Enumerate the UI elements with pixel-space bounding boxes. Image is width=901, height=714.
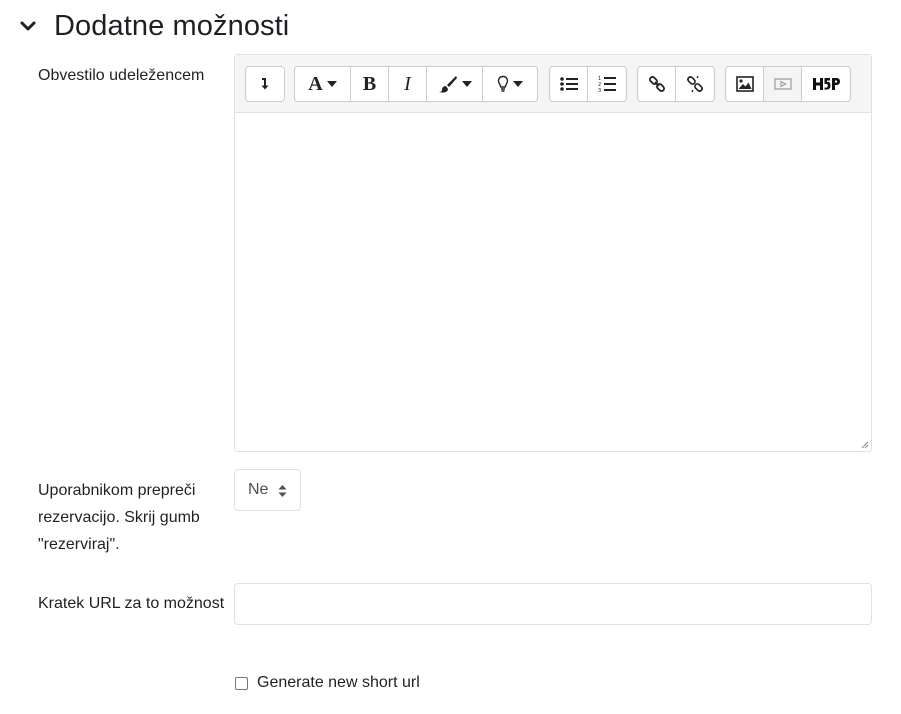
media-button[interactable]	[764, 67, 802, 101]
toggle-toolbar-button[interactable]	[246, 67, 284, 101]
prevent-booking-selected-value: Ne	[248, 481, 269, 498]
prevent-booking-label: Uporabnikom prepreči rezervacijo. Skrij …	[38, 482, 200, 553]
chevron-down-icon	[18, 16, 38, 36]
image-button[interactable]	[726, 67, 764, 101]
unlink-button[interactable]	[676, 67, 714, 101]
text-color-icon	[438, 76, 457, 93]
form-page: Dodatne možnosti Obvestilo udeležencem A	[0, 0, 901, 714]
caret-down-icon	[326, 81, 337, 87]
h5p-icon	[813, 78, 840, 90]
select-arrows-icon	[278, 485, 287, 497]
svg-text:3: 3	[598, 88, 601, 93]
unordered-list-icon	[559, 77, 578, 91]
toolbar-group-links	[637, 66, 715, 102]
text-color-button[interactable]	[427, 67, 483, 101]
toolbar-group-style: A B I	[294, 66, 538, 102]
toolbar-group-lists: 1 2 3	[549, 66, 627, 102]
resize-grip-icon[interactable]	[859, 439, 869, 449]
toggle-toolbar-icon	[261, 78, 269, 90]
editor-content-area[interactable]	[235, 113, 871, 451]
bold-icon: B	[362, 72, 377, 95]
ordered-list-icon: 1 2 3	[598, 76, 616, 93]
editor-label: Obvestilo udeležencem	[38, 67, 205, 84]
italic-icon: I	[404, 72, 411, 95]
font-style-button[interactable]: A	[295, 67, 351, 101]
link-button[interactable]	[638, 67, 676, 101]
link-icon	[648, 76, 665, 92]
prevent-booking-select[interactable]: Ne	[234, 469, 301, 511]
ordered-list-button[interactable]: 1 2 3	[588, 67, 626, 101]
lightbulb-button[interactable]	[483, 67, 537, 101]
unordered-list-button[interactable]	[550, 67, 588, 101]
generate-short-url-label: Generate new short url	[257, 674, 420, 691]
image-icon	[735, 76, 754, 92]
toolbar-group-collapse	[245, 66, 285, 102]
media-icon	[773, 78, 792, 90]
h5p-button[interactable]	[802, 67, 850, 101]
lightbulb-icon	[497, 75, 509, 92]
short-url-label: Kratek URL za to možnost	[38, 595, 225, 612]
toolbar-group-media	[725, 66, 851, 102]
generate-short-url-checkbox[interactable]	[235, 676, 248, 690]
section-title: Dodatne možnosti	[54, 9, 290, 42]
editor-toolbar: A B I 1 2 3	[235, 55, 871, 113]
unlink-icon	[687, 75, 703, 93]
section-header-additional-options[interactable]: Dodatne možnosti	[18, 6, 289, 46]
italic-button[interactable]: I	[389, 67, 427, 101]
rich-text-editor: A B I 1 2 3	[234, 54, 872, 452]
caret-down-icon	[461, 81, 472, 87]
short-url-input[interactable]	[234, 583, 872, 625]
bold-button[interactable]: B	[351, 67, 389, 101]
caret-down-icon	[513, 81, 523, 87]
generate-short-url-option[interactable]: Generate new short url	[234, 672, 420, 694]
font-style-icon: A	[308, 72, 323, 95]
